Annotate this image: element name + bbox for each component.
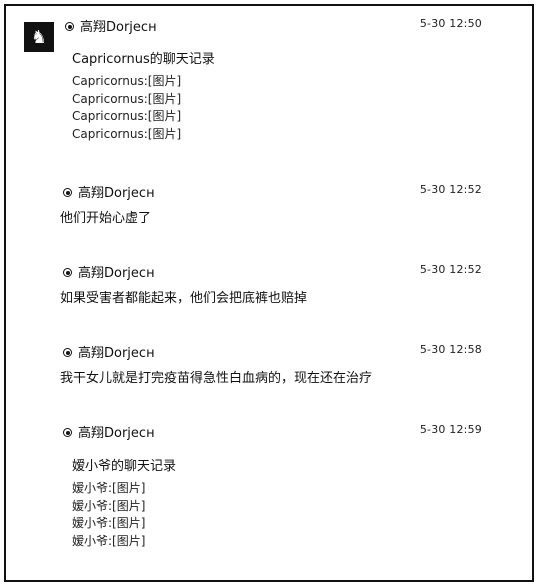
forwarded-line: 嫒小爷:[图片] — [72, 533, 146, 548]
forwarded-chat-title: 嫒小爷的聊天记录 — [72, 459, 177, 474]
message-text: 如果受害者都能起来，他们会把底裤也赔掉 — [60, 291, 308, 306]
sender-name[interactable]: 高翔Dorjeсн — [62, 262, 155, 281]
sender-name[interactable]: 高翔Dorjeсн — [64, 16, 157, 35]
sender-name[interactable]: 高翔Dorjeсн — [62, 342, 155, 361]
chat-history-panel: ♞ 高翔Dorjeсн 5-30 12:50 Capricornus的聊天记录 … — [4, 4, 534, 582]
message-text: 他们开始心虚了 — [60, 211, 152, 226]
sender-badge-icon — [62, 426, 74, 438]
forwarded-line: 嫒小爷:[图片] — [72, 498, 146, 513]
message-text: 我干女儿就是打完疫苗得急性白血病的，现在还在治疗 — [60, 371, 373, 386]
forwarded-line: Capricornus:[图片] — [72, 91, 182, 106]
forwarded-chat-title: Capricornus的聊天记录 — [72, 52, 215, 67]
forwarded-line: Capricornus:[图片] — [72, 109, 182, 123]
forwarded-line: 嫒小爷:[图片] — [72, 516, 146, 530]
message-time: 5-30 12:58 — [419, 343, 482, 356]
forwarded-line: 嫒小爷:[图片] — [72, 481, 146, 495]
sender-label: 高翔Dorjeсн — [80, 20, 157, 35]
sender-label: 高翔Dorjeсн — [78, 426, 155, 441]
forwarded-chat-card[interactable]: 嫒小爷的聊天记录 嫒小爷:[图片] 嫒小爷:[图片] 嫒小爷:[图片] 嫒小爷:… — [72, 455, 176, 550]
avatar-icon[interactable]: ♞ — [24, 22, 54, 52]
message-time: 5-30 12:52 — [419, 263, 482, 276]
sender-label: 高翔Dorjeсн — [78, 346, 155, 361]
message-time: 5-30 12:50 — [419, 17, 482, 30]
sender-badge-icon — [62, 266, 74, 278]
sender-label: 高翔Dorjeсн — [78, 266, 155, 281]
sender-name[interactable]: 高翔Dorjeсн — [62, 182, 155, 201]
sender-badge-icon — [62, 346, 74, 358]
sender-badge-icon — [62, 186, 74, 198]
message-time: 5-30 12:52 — [419, 183, 482, 196]
sender-name[interactable]: 高翔Dorjeсн — [62, 422, 155, 441]
forwarded-line: Capricornus:[图片] — [72, 126, 182, 141]
sender-badge-icon — [64, 20, 76, 32]
forwarded-chat-card[interactable]: Capricornus的聊天记录 Capricornus:[图片] Capric… — [72, 48, 215, 143]
sender-label: 高翔Dorjeсн — [78, 186, 155, 201]
forwarded-line: Capricornus:[图片] — [72, 74, 182, 88]
message-time: 5-30 12:59 — [419, 423, 482, 436]
